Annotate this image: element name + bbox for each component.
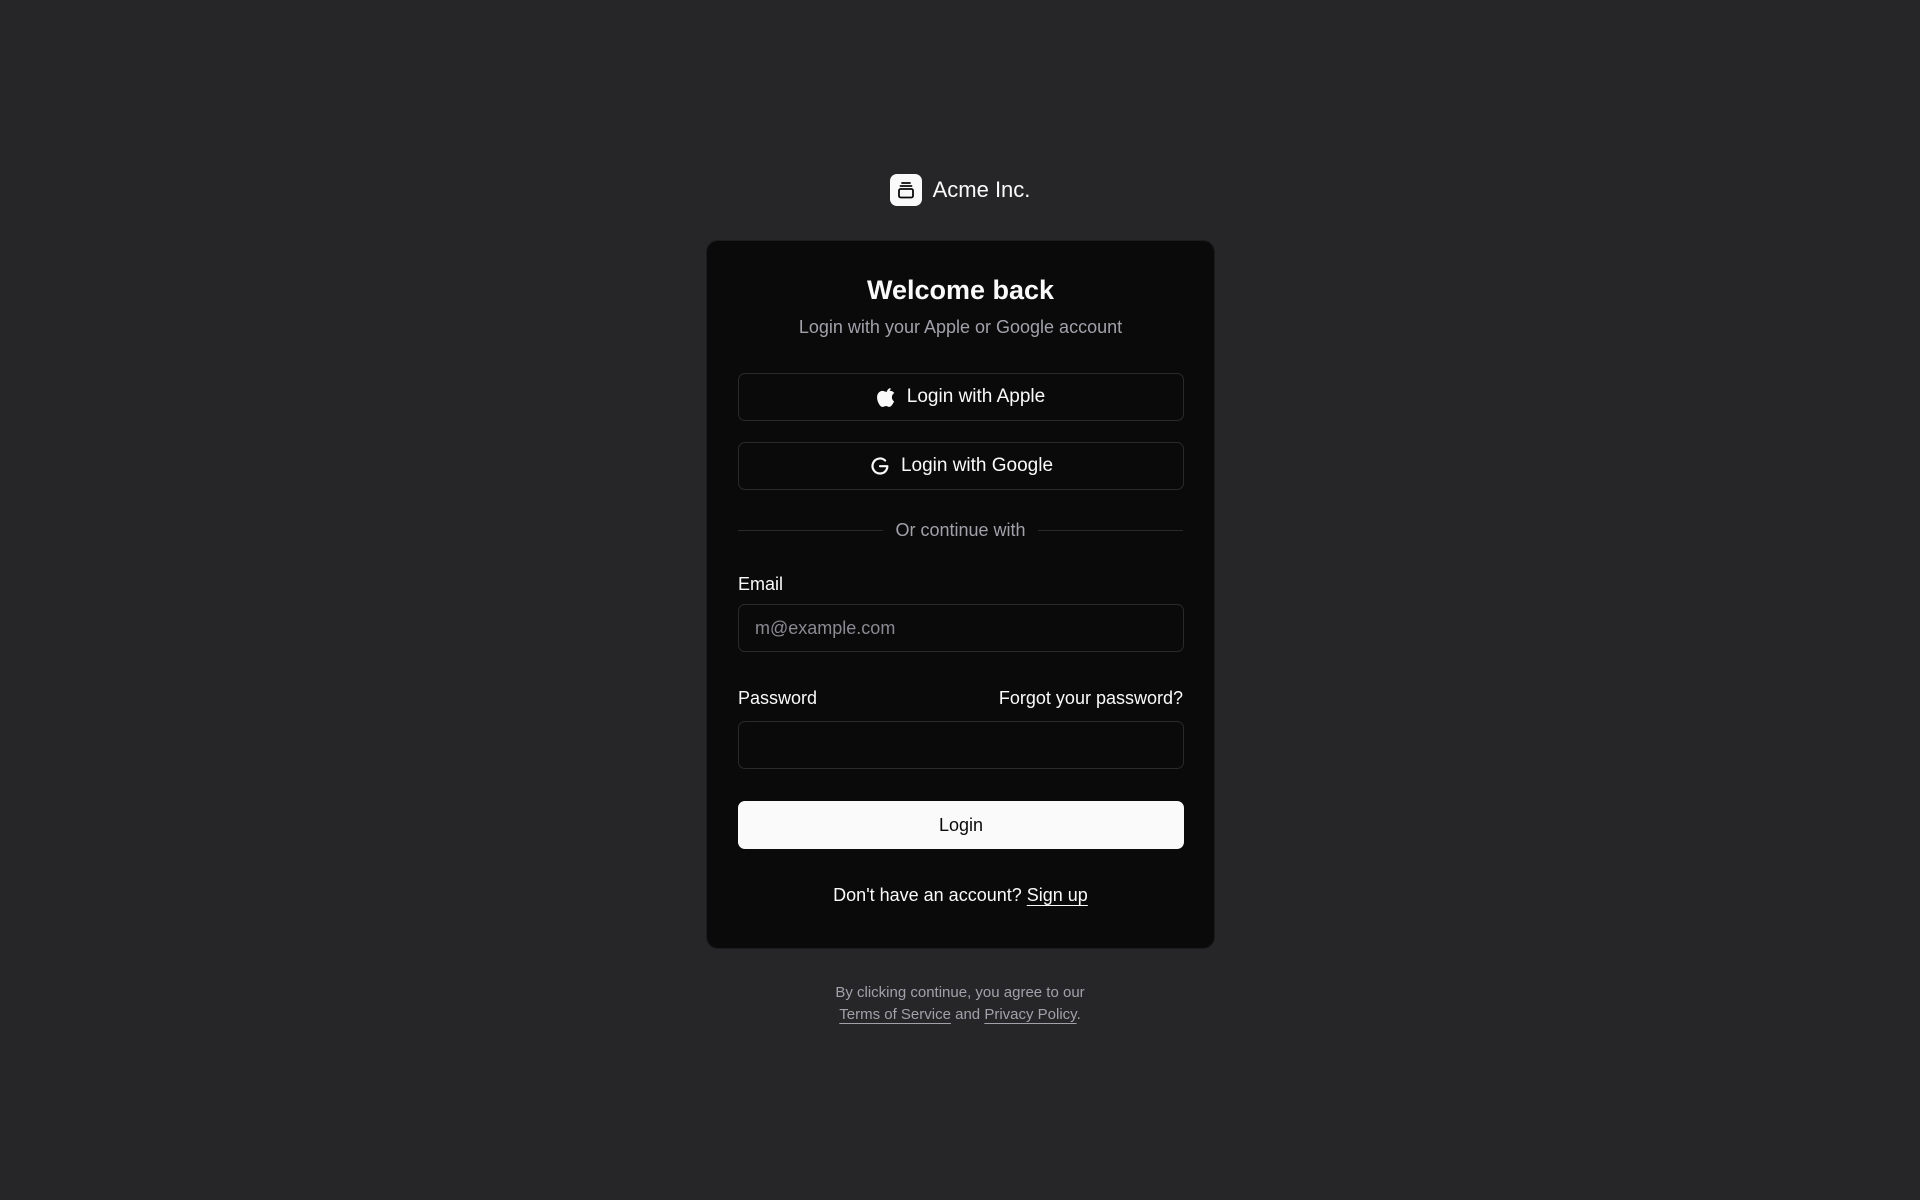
login-with-google-label: Login with Google [900,455,1054,476]
terms-and-text: and [955,1006,981,1023]
apple-icon [876,386,897,408]
brand[interactable]: Acme Inc. [0,174,1920,206]
divider-text: Or continue with [895,519,1026,540]
forgot-password-link[interactable]: Forgot your password? [999,688,1183,709]
login-with-google-button[interactable]: Login with Google [738,442,1184,490]
password-label-row: Password Forgot your password? [738,687,1183,709]
brand-name: Acme Inc. [932,177,1031,202]
email-field[interactable] [738,604,1184,652]
login-button[interactable]: Login [738,801,1184,849]
gallery-stack-icon [889,174,922,206]
terms-notice: By clicking continue, you agree to our T… [0,982,1920,1026]
login-with-apple-label: Login with Apple [906,386,1046,407]
sign-up-link[interactable]: Sign up [1027,885,1088,905]
divider-line-left [738,529,884,531]
terms-line-1: By clicking continue, you agree to our [835,984,1085,1001]
terms-period: . [1076,1006,1081,1023]
divider: Or continue with [738,518,1183,542]
terms-of-service-link[interactable]: Terms of Service [839,1006,951,1023]
login-card: Welcome back Login with your Apple or Go… [706,240,1215,949]
password-field[interactable] [738,721,1184,769]
terms-line-2: Terms of Service and Privacy Policy. [0,1004,1920,1026]
page-subtitle: Login with your Apple or Google account [798,317,1123,337]
google-icon [869,455,891,477]
email-label: Email [738,574,784,594]
login-with-apple-button[interactable]: Login with Apple [738,373,1184,421]
signup-prompt: Don't have an account? [833,885,1022,905]
privacy-policy-link[interactable]: Privacy Policy [984,1006,1076,1023]
signup-row: Don't have an account? Sign up [738,883,1183,907]
page-title: Welcome back [866,275,1055,305]
password-label: Password [738,688,818,708]
divider-line-right [1037,529,1183,531]
